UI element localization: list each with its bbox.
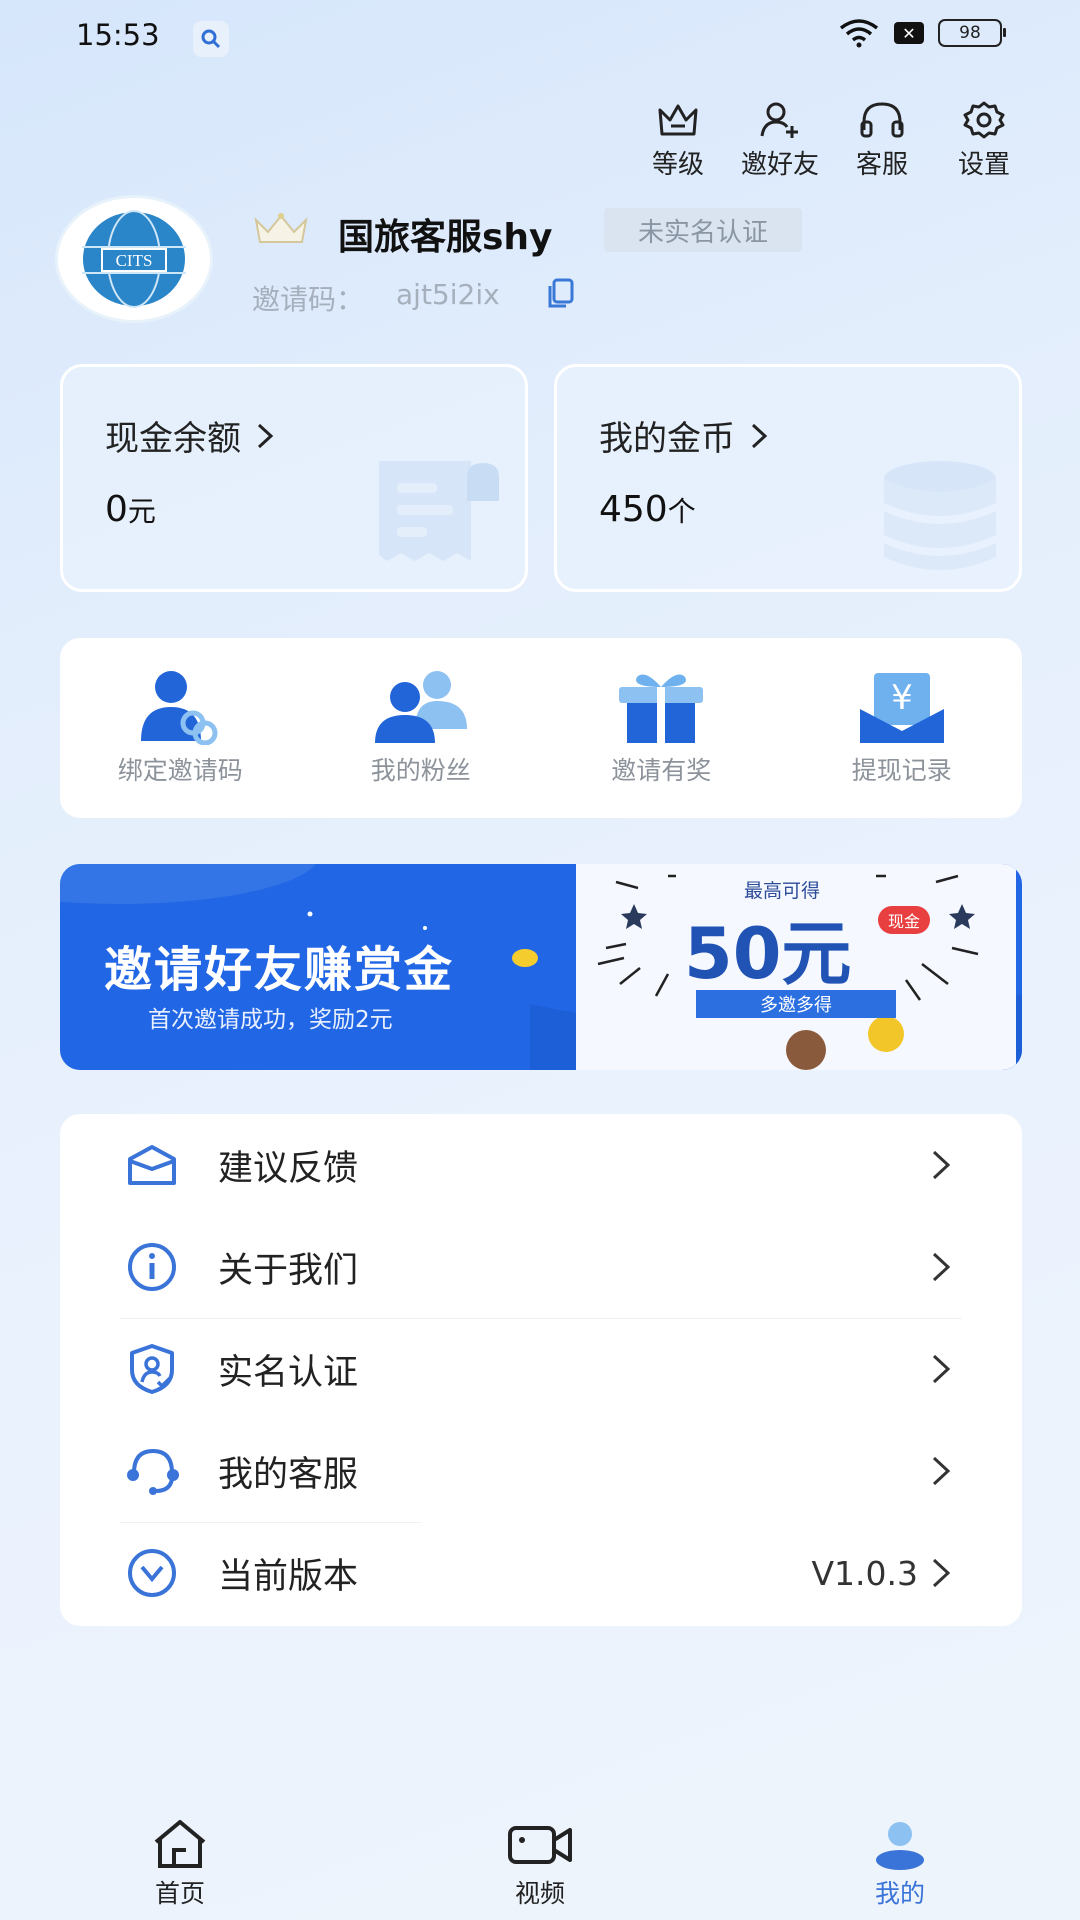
fans-icon [374,671,467,743]
chevron-right-icon [932,1354,951,1384]
chevron-right-icon [932,1558,951,1588]
chevron-right-icon [257,423,274,448]
banner-button[interactable]: 多邀多得 [696,990,896,1018]
video-icon [508,1826,572,1864]
settings-button[interactable]: 设置 [942,100,1026,181]
invite-reward-label: 邀请有奖 [611,756,712,785]
menu-label: 关于我们 [218,1250,359,1291]
invite-code: ajt5i2ix [396,278,500,311]
menu-item-my-service[interactable]: 我的客服 [60,1420,1022,1522]
my-fans-label: 我的粉丝 [370,756,471,785]
menu-right [930,1352,952,1386]
feedback-icon [128,1145,176,1185]
tab-home[interactable]: 首页 [0,1800,360,1920]
username: 国旅客服shy [338,217,553,258]
info-icon [128,1243,176,1291]
menu-label: 实名认证 [218,1352,359,1393]
menu-item-about[interactable]: 关于我们 [60,1216,1022,1318]
verify-status-badge[interactable]: 未实名认证 [604,208,802,252]
svg-text:CITS: CITS [116,251,153,270]
bind-invite-icon [141,671,218,745]
withdraw-record-label: 提现记录 [851,756,952,785]
shield-user-icon [130,1344,174,1394]
invite-friend-button[interactable]: 邀好友 [738,100,822,181]
coin-stack-deco-icon [884,461,996,570]
withdraw-record-icon: ¥ [859,673,944,743]
withdraw-record-button[interactable]: ¥ 提现记录 [802,669,1002,787]
invite-code-label: 邀请码： [252,283,365,316]
copy-icon[interactable] [544,276,576,314]
sim-off-icon: ✕ [894,22,924,44]
status-indicators: ✕ 98 [838,18,1006,48]
settings-label: 设置 [957,150,1010,180]
menu-right [930,1148,952,1182]
cash-balance-value: 0元 [105,489,156,530]
chevron-right-icon [751,423,768,448]
invite-friend-label: 邀好友 [740,150,819,180]
avatar[interactable]: CITS [58,198,210,320]
cash-balance-card[interactable]: 现金余额 0元 [60,364,528,592]
tab-profile-label: 我的 [874,1879,925,1908]
top-actions: 等级 邀好友 客服 设置 [636,100,1026,181]
gear-icon [963,101,1005,139]
version-value: V1.0.3 [811,1553,918,1593]
search-app-icon [193,21,229,57]
menu-right: V1.0.3 [811,1554,952,1593]
receipt-deco-icon [379,461,499,561]
vip-crown-icon [252,212,310,250]
banner-subtitle: 首次邀请成功，奖励2元 [148,1007,393,1033]
invite-reward-button[interactable]: 邀请有奖 [561,669,761,787]
version-icon [128,1549,176,1597]
customer-service-label: 客服 [855,150,908,180]
menu-label: 当前版本 [218,1556,359,1597]
menu-item-feedback[interactable]: 建议反馈 [60,1114,1022,1216]
tab-profile[interactable]: 我的 [720,1800,1080,1920]
bind-invite-code-button[interactable]: 绑定邀请码 [80,669,280,787]
crown-outline-icon [658,104,698,136]
banner-amount: 50元 [684,913,852,995]
chevron-right-icon [932,1150,951,1180]
customer-service-button[interactable]: 客服 [840,100,924,181]
menu-item-version[interactable]: 当前版本 V1.0.3 [60,1522,1022,1624]
banner-title: 邀请好友赚赏金 [104,942,455,998]
headset-icon [127,1448,179,1495]
add-user-icon [760,102,798,138]
tab-video-label: 视频 [514,1879,565,1908]
headphones-icon [860,102,904,138]
coin-balance-card[interactable]: 我的金币 450个 [554,364,1022,592]
wifi-icon [839,19,879,48]
tab-home-label: 首页 [154,1879,205,1908]
coin-balance-value: 450个 [599,489,696,530]
bottom-nav: 首页 视频 我的 [0,1800,1080,1920]
coin-icon [510,946,540,974]
menu-label: 建议反馈 [218,1148,359,1189]
cash-tag: 现金 [878,906,930,934]
settings-menu: 建议反馈 关于我们 实名认证 我的客服 当前版本 V1.0.3 [60,1114,1022,1626]
cits-logo-icon: CITS [81,210,187,308]
my-fans-button[interactable]: 我的粉丝 [321,669,521,787]
level-button[interactable]: 等级 [636,100,720,181]
status-time: 15:53 [76,18,160,52]
svg-text:¥: ¥ [891,678,913,718]
home-icon [154,1820,206,1868]
level-label: 等级 [651,150,704,180]
battery-icon: 98 [938,19,1006,47]
menu-right [930,1250,952,1284]
tab-video[interactable]: 视频 [360,1800,720,1920]
quick-actions: 绑定邀请码 我的粉丝 邀请有奖 ¥ 提现记录 [60,638,1022,818]
gift-icon [619,674,704,743]
chevron-right-icon [932,1252,951,1282]
coin-balance-title: 我的金币 [599,411,769,460]
chevron-right-icon [932,1456,951,1486]
profile-icon [876,1822,924,1870]
bind-invite-label: 绑定邀请码 [117,756,243,785]
invite-banner[interactable]: 邀请好友赚赏金 首次邀请成功，奖励2元 最高可得 50元 现金 多邀多得 [60,864,1022,1070]
menu-item-real-name[interactable]: 实名认证 [60,1318,1022,1420]
cash-balance-title: 现金余额 [105,411,275,460]
menu-label: 我的客服 [218,1454,359,1495]
menu-right [930,1454,952,1488]
